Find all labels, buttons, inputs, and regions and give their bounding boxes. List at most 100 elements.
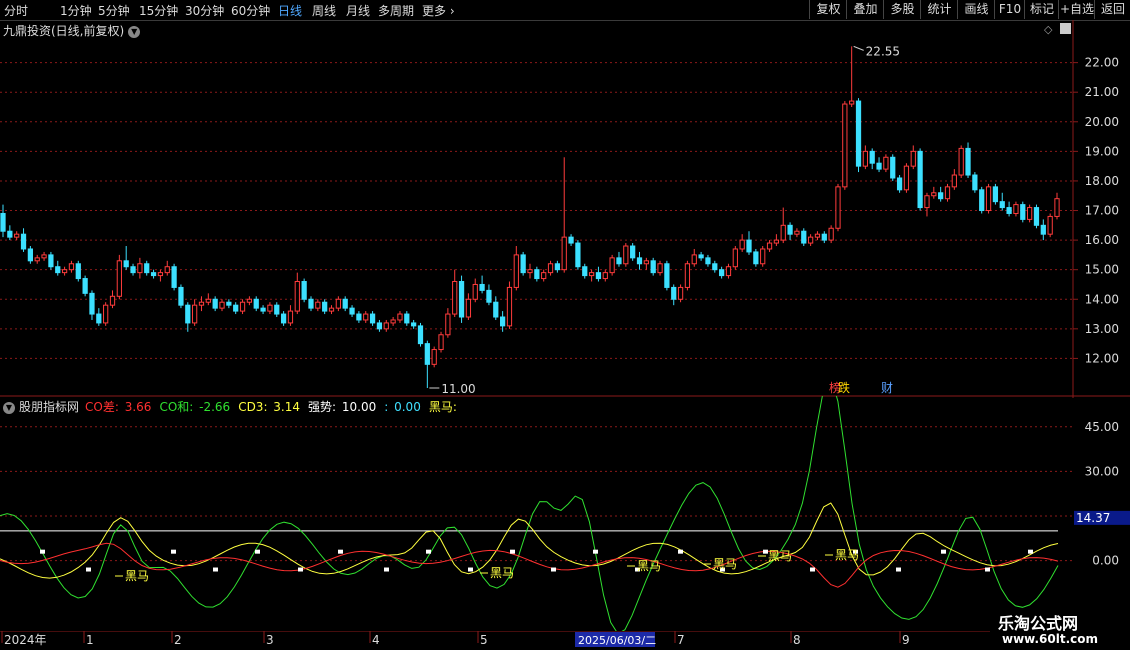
candle-body xyxy=(705,257,711,265)
candle-body xyxy=(157,272,164,277)
candle-body xyxy=(568,236,574,244)
time-axis: 2024年 1 2 3 4 5 7 8 9 2025/06/03/二 xyxy=(0,631,1130,647)
dark-horse-label: 黑马 xyxy=(768,549,792,563)
panel-scroll-icon xyxy=(1060,23,1071,34)
candle-body xyxy=(801,230,807,244)
indicator-chart[interactable]: 45.0030.0015.000.0014.37黑马黑马黑马黑马黑马黑马 xyxy=(0,396,1130,631)
current-value: 14.37 xyxy=(1076,511,1110,525)
candle-body xyxy=(404,313,410,324)
candle-body xyxy=(253,298,259,309)
candle-body xyxy=(424,343,430,365)
candle-body xyxy=(630,245,636,259)
candle-body xyxy=(212,298,218,309)
candle-body xyxy=(671,286,677,300)
candle-body xyxy=(623,245,629,265)
candle-body xyxy=(150,272,157,277)
candle-body xyxy=(972,174,978,191)
candle-body xyxy=(493,301,499,318)
price-chart[interactable]: ◇ 22.00 21.00 20.00 19.00 18.00 17.00 16.00 15.0… xyxy=(0,0,1130,398)
candle-body xyxy=(75,263,81,280)
candle-body xyxy=(116,260,122,297)
candle-body xyxy=(260,307,266,312)
candle-body xyxy=(445,313,451,336)
candle-body xyxy=(855,100,862,167)
candle-body xyxy=(917,150,923,209)
candle-body xyxy=(753,251,759,265)
candle-body xyxy=(369,313,376,324)
indicator-axis-label: 0.00 xyxy=(1092,554,1119,568)
candle-body xyxy=(246,298,253,303)
signal-dot xyxy=(1028,549,1033,554)
candle-body xyxy=(308,298,314,309)
price-label: 18.00 xyxy=(1085,174,1119,188)
candle-body xyxy=(349,307,355,315)
candle-body xyxy=(1040,224,1046,235)
signal-dot xyxy=(338,549,343,554)
signal-dot xyxy=(255,549,260,554)
candle-body xyxy=(787,224,793,235)
low-price-label: 11.00 xyxy=(441,382,475,396)
candle-body xyxy=(541,272,547,280)
candle-body xyxy=(68,263,75,271)
red-line xyxy=(0,542,1059,588)
candle-body xyxy=(807,236,814,244)
candle-body xyxy=(691,254,697,265)
candle-body xyxy=(616,257,622,265)
candle-body xyxy=(712,263,718,271)
price-label: 12.00 xyxy=(1085,351,1119,365)
indicator-axis-label: 30.00 xyxy=(1085,464,1119,478)
candle-body xyxy=(903,165,910,191)
candle-body xyxy=(171,266,177,288)
candle-body xyxy=(862,150,868,167)
candle-body xyxy=(835,186,841,229)
candle-body xyxy=(985,186,992,212)
candle-body xyxy=(938,192,944,200)
candle-body xyxy=(677,286,684,300)
price-label: 21.00 xyxy=(1085,85,1119,99)
candle-body xyxy=(130,266,136,274)
signal-dot xyxy=(171,549,176,554)
candle-body xyxy=(1054,198,1060,217)
candle-body xyxy=(732,248,738,268)
price-label: 17.00 xyxy=(1085,204,1119,218)
candle-body xyxy=(342,298,348,309)
candle-body xyxy=(766,242,773,250)
price-label: 15.00 xyxy=(1085,263,1119,277)
candle-body xyxy=(664,263,670,288)
price-label: 13.00 xyxy=(1085,322,1119,336)
candle-body xyxy=(48,254,54,268)
candle-body xyxy=(185,304,191,324)
candle-body xyxy=(233,304,239,312)
candle-body xyxy=(356,313,362,321)
candle-body xyxy=(82,278,88,294)
signal-dot xyxy=(86,567,91,572)
candle-body xyxy=(438,334,444,351)
candle-body xyxy=(219,301,225,309)
event-marker-2: 财 xyxy=(881,381,893,395)
candle-body xyxy=(417,325,424,345)
dark-horse-label: 黑马 xyxy=(490,566,514,580)
candle-body xyxy=(397,313,403,321)
candle-body xyxy=(588,272,595,277)
candle-body xyxy=(328,307,335,312)
candle-body xyxy=(992,186,999,203)
candle-body xyxy=(486,289,492,303)
candle-body xyxy=(636,257,643,265)
indicator-axis-label: 45.00 xyxy=(1085,420,1119,434)
candle-body xyxy=(773,239,780,244)
price-label: 19.00 xyxy=(1085,144,1119,158)
candle-body xyxy=(239,301,246,312)
time-label: 2024年 xyxy=(4,633,47,647)
candle-body xyxy=(137,263,143,274)
signal-dot xyxy=(298,567,303,572)
time-cursor-label: 2025/06/03/二 xyxy=(578,634,656,647)
candle-body xyxy=(931,192,937,197)
signal-dot xyxy=(678,549,683,554)
candle-body xyxy=(944,186,951,200)
candle-body xyxy=(965,147,971,176)
candle-body xyxy=(164,266,170,274)
candle-body xyxy=(287,310,294,324)
time-label: 5 xyxy=(480,633,488,647)
candle-body xyxy=(226,301,232,306)
dark-horse-label: 黑马 xyxy=(637,559,661,573)
